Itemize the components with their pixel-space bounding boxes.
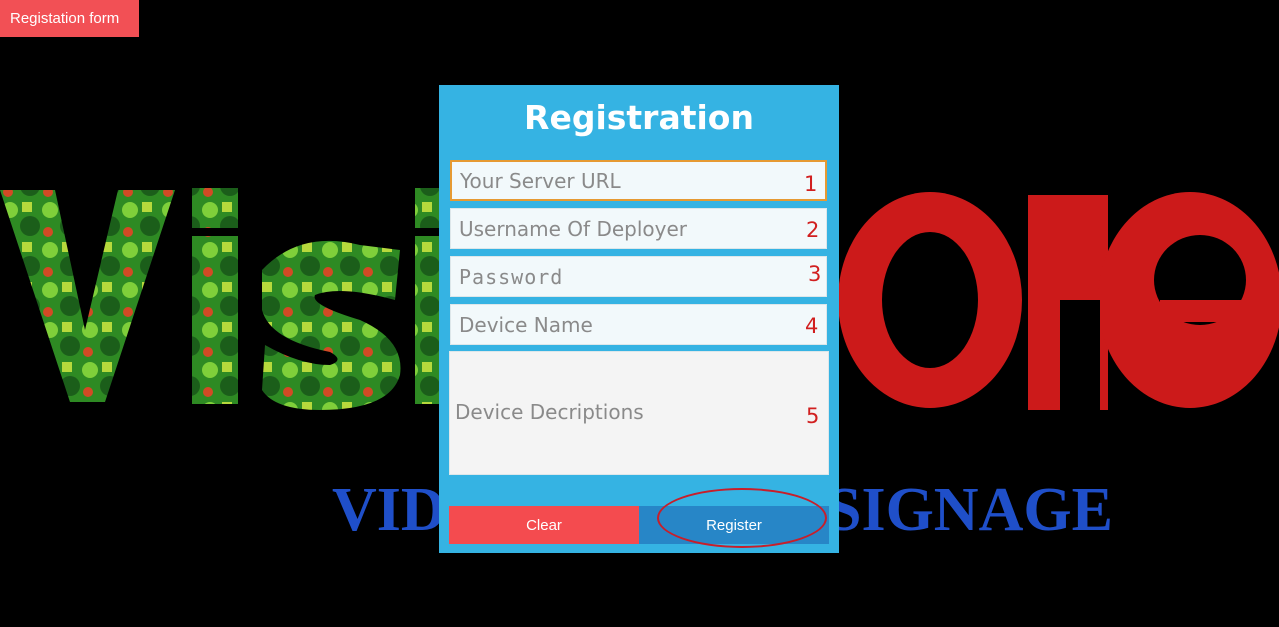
clear-button[interactable]: Clear: [449, 506, 639, 544]
window-title: Registation form: [0, 0, 139, 37]
device-name-field[interactable]: [450, 304, 827, 345]
device-description-input[interactable]: [450, 352, 828, 474]
annotation-number-5: 5: [806, 404, 820, 428]
annotation-number-4: 4: [805, 314, 819, 338]
form-title: Registration: [524, 98, 754, 137]
register-highlight-ellipse: [657, 488, 827, 548]
password-field[interactable]: [450, 256, 827, 297]
server-url-input[interactable]: [452, 162, 825, 199]
device-description-field[interactable]: [449, 351, 829, 475]
server-url-field[interactable]: [450, 160, 827, 201]
device-name-input[interactable]: [451, 305, 826, 344]
annotation-number-1: 1: [804, 172, 818, 196]
logo-word-left: [0, 188, 440, 410]
annotation-number-3: 3: [808, 262, 822, 286]
annotation-number-2: 2: [806, 218, 820, 242]
username-input[interactable]: [451, 209, 826, 248]
username-field[interactable]: [450, 208, 827, 249]
app-window: VIDEO DIGITAL SIGNAGE Registation form R…: [0, 0, 1279, 627]
password-input[interactable]: [451, 257, 826, 296]
